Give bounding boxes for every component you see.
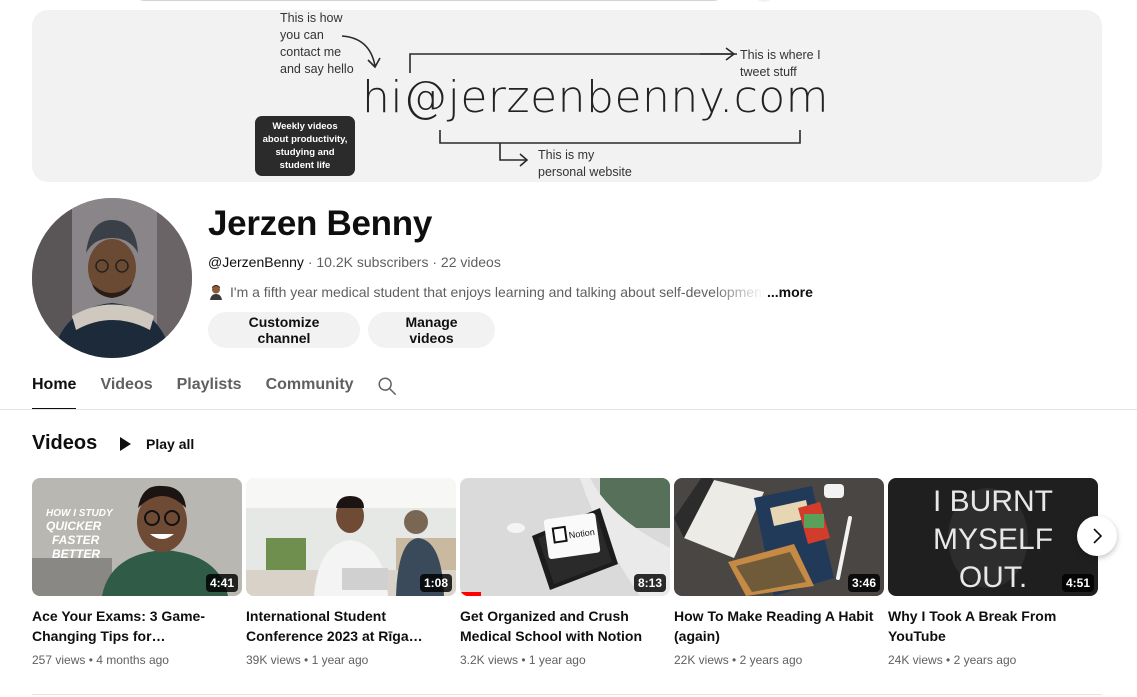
video-meta: 24K views • 2 years ago [888,653,1017,667]
video-views: 3.2K views [460,653,519,667]
video-duration: 4:41 [205,574,238,592]
video-meta: 3.2K views • 1 year ago [460,653,586,667]
thumb-text-line: OUT. [959,561,1027,594]
video-meta: 257 views • 4 months ago [32,653,169,667]
video-card[interactable]: 3:46 How To Make Reading A Habit (again)… [674,478,884,667]
video-meta: 22K views • 2 years ago [674,653,803,667]
video-age: 2 years ago [739,653,803,667]
channel-avatar[interactable] [32,198,192,358]
video-count: 22 videos [440,254,501,270]
video-views: 257 views [32,653,86,667]
thumb-text-line: FASTER [52,533,100,547]
video-views: 22K views [674,653,729,667]
next-videos-button[interactable] [1077,516,1117,556]
thumb-text-line: QUICKER [46,519,102,533]
video-card[interactable]: 1:08 International Student Conference 20… [246,478,456,667]
subscriber-count: 10.2K subscribers [316,254,429,270]
channel-name: Jerzen Benny [208,204,432,243]
search-icon[interactable] [376,375,398,397]
video-duration: 1:08 [419,574,452,592]
tab-home[interactable]: Home [32,362,77,410]
video-title[interactable]: How To Make Reading A Habit (again) [674,606,884,646]
top-search-bar[interactable] [130,0,728,1]
video-duration: 4:51 [1061,574,1094,592]
tabs-divider [0,409,1137,410]
banner-site-note: This is my personal website [538,148,632,179]
chevron-right-icon [1093,528,1103,544]
channel-description[interactable]: I'm a fifth year medical student that en… [208,284,818,300]
thumb-text-line: HOW I STUDY [46,508,114,519]
customize-channel-button[interactable]: Customize channel [208,312,360,348]
play-all-button[interactable]: Play all [115,432,194,456]
play-icon [120,437,131,451]
section-title[interactable]: Videos [32,432,97,455]
watch-progress-bar [460,592,481,596]
tab-playlists[interactable]: Playlists [177,362,242,408]
video-duration: 3:46 [847,574,880,592]
thumb-text-line: BETTER [52,547,100,561]
meta-separator: · [432,254,441,270]
video-card[interactable]: HOW I STUDY QUICKER FASTER BETTER 4:41 A… [32,478,242,667]
manage-videos-button[interactable]: Manage videos [368,312,495,348]
banner-contact-note: This is how you can contact me and say h… [280,11,354,76]
video-thumbnail[interactable]: 1:08 [246,478,456,596]
video-age: 1 year ago [311,653,369,667]
channel-banner: This is how you can contact me and say h… [32,10,1102,182]
video-title[interactable]: International Student Conference 2023 at… [246,606,456,646]
section-divider [32,694,1102,695]
channel-tabs: Home Videos Playlists Community [32,362,378,410]
video-title[interactable]: Get Organized and Crush Medical School w… [460,606,670,646]
more-link[interactable]: ...more [767,284,813,300]
video-views: 39K views [246,653,301,667]
video-thumbnail[interactable]: HOW I STUDY QUICKER FASTER BETTER 4:41 [32,478,242,596]
video-card[interactable]: I BURNT MYSELF OUT. 4:51 Why I Took A Br… [888,478,1098,667]
tab-videos[interactable]: Videos [100,362,152,408]
video-title[interactable]: Ace Your Exams: 3 Game-Changing Tips for… [32,606,242,646]
banner-badge: Weekly videos about productivity, studyi… [255,116,355,176]
channel-meta: @JerzenBenny · 10.2K subscribers · 22 vi… [208,254,501,270]
video-meta: 39K views • 1 year ago [246,653,369,667]
man-technologist-emoji-icon [210,285,222,300]
video-views: 24K views [888,653,943,667]
video-card[interactable]: Notion 8:13 Get Organized and Crush Medi… [460,478,670,667]
thumb-text-line: I BURNT [933,485,1053,518]
video-title[interactable]: Why I Took A Break From YouTube [888,606,1098,646]
video-thumbnail[interactable]: Notion 8:13 [460,478,670,596]
video-age: 1 year ago [528,653,586,667]
banner-tweet-note: This is where I tweet stuff [740,48,821,79]
tab-community[interactable]: Community [266,362,354,408]
video-thumbnail[interactable]: I BURNT MYSELF OUT. 4:51 [888,478,1098,596]
channel-description-text: I'm a fifth year medical student that en… [230,284,765,300]
banner-badge-text: Weekly videos about productivity, studyi… [262,121,348,171]
thumb-text-line: MYSELF [933,523,1053,556]
video-thumbnail[interactable]: 3:46 [674,478,884,596]
avatar-image [32,198,192,358]
voice-search-button[interactable] [753,0,775,2]
video-duration: 8:13 [633,574,666,592]
video-age: 2 years ago [953,653,1017,667]
play-all-label: Play all [146,436,195,452]
channel-handle: @JerzenBenny [208,254,304,270]
video-age: 4 months ago [96,653,169,667]
